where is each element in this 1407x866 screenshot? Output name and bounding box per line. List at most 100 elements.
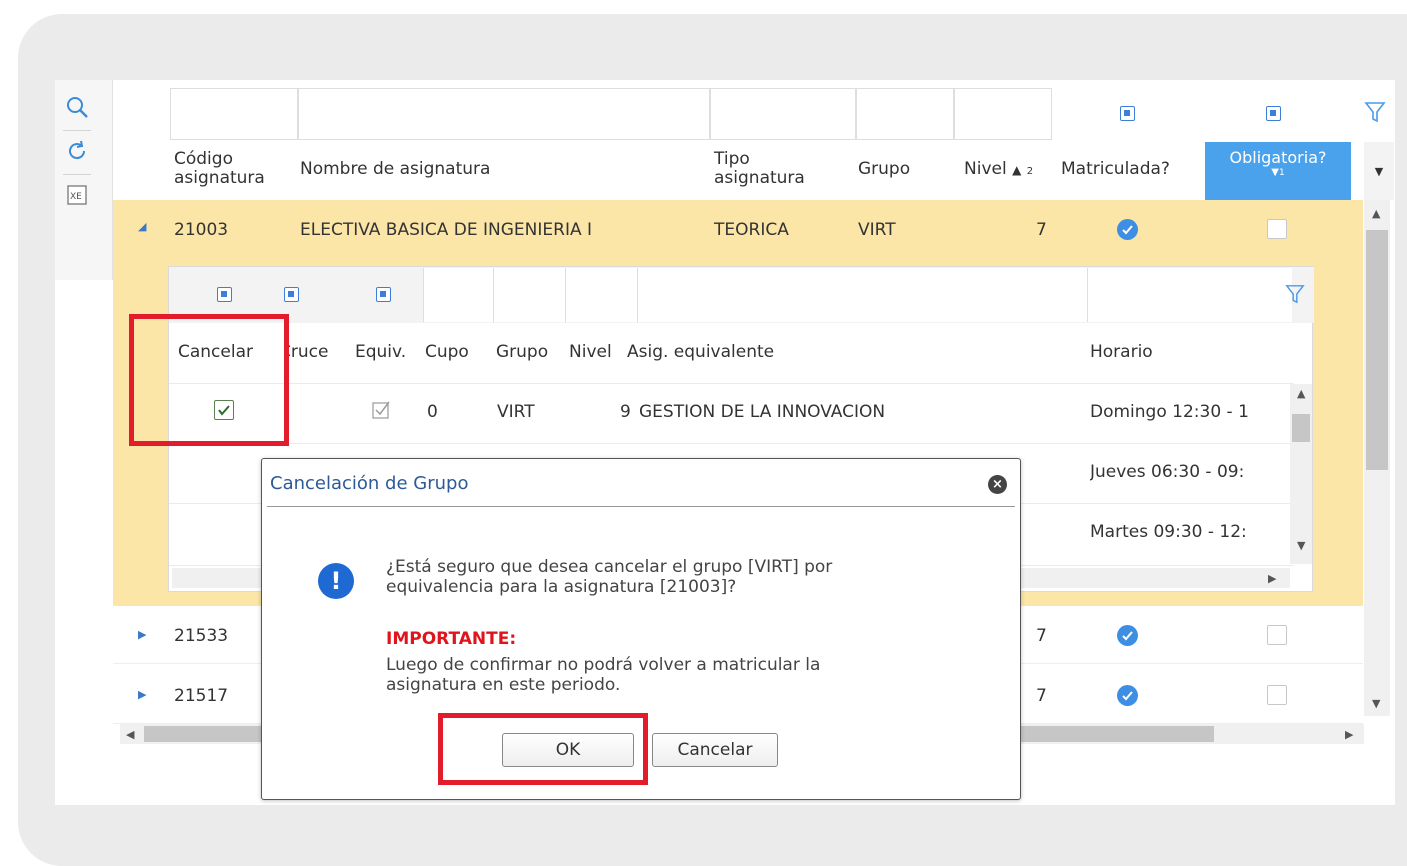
sort-index: 1: [1278, 168, 1285, 178]
cell-codigo: 21517: [174, 686, 229, 706]
column-header-equiv[interactable]: Equiv.: [355, 342, 406, 362]
header-line: Tipo: [714, 149, 750, 169]
cell-horario: Jueves 06:30 - 09:: [1090, 462, 1245, 482]
cell-nivel: 7: [1036, 220, 1047, 240]
highlight-ok: [438, 713, 648, 785]
grid-toolbar: XE: [55, 80, 113, 280]
obligatoria-checkbox[interactable]: [1267, 219, 1287, 239]
dialog-warning-line: Luego de confirmar no podrá volver a mat…: [386, 655, 821, 675]
highlight-cancelar: [129, 314, 289, 446]
filter-cupo[interactable]: [423, 268, 493, 322]
column-header-horario[interactable]: Horario: [1090, 342, 1153, 362]
cell-nombre: ELECTIVA BASICA DE INGENIERIA I: [300, 220, 593, 240]
obligatoria-checkbox[interactable]: [1267, 625, 1287, 645]
column-header-codigo[interactable]: Código asignatura: [174, 150, 265, 188]
dialog-warning-line: asignatura en este periodo.: [386, 675, 621, 695]
filter-grupo[interactable]: [493, 268, 565, 322]
cell-nivel: 9: [620, 402, 631, 422]
scroll-right-icon[interactable]: ▶: [1268, 573, 1276, 584]
scroll-thumb[interactable]: [1292, 414, 1310, 442]
refresh-icon[interactable]: [63, 136, 91, 166]
filter-nivel[interactable]: [954, 88, 1052, 140]
row-divider: [169, 443, 1294, 444]
cell-asig-equivalente: GESTION DE LA INNOVACION: [639, 402, 886, 422]
column-menu-button[interactable]: ▼: [1364, 142, 1394, 200]
column-header-matriculada[interactable]: Matriculada?: [1061, 160, 1170, 179]
filter-icon[interactable]: [1285, 283, 1305, 309]
scroll-up-icon[interactable]: ▲: [1297, 388, 1305, 399]
search-icon[interactable]: [63, 92, 91, 122]
column-header-nivel[interactable]: Nivel: [569, 342, 612, 362]
obligatoria-checkbox[interactable]: [1267, 685, 1287, 705]
cell-horario-clip: Jueves 06:30 - 09:: [1090, 456, 1286, 486]
cell-grupo: VIRT: [497, 402, 535, 422]
equiv-checkbox: [372, 400, 392, 420]
info-icon: !: [318, 563, 354, 599]
scroll-left-icon[interactable]: ◀: [126, 729, 134, 740]
filter-horario[interactable]: [1087, 268, 1292, 322]
header-label: Obligatoria?: [1229, 148, 1327, 167]
column-header-cruce-clip: Cruce: [286, 336, 338, 370]
cancel-button[interactable]: Cancelar: [652, 733, 778, 767]
column-header-cruce[interactable]: Cruce: [286, 342, 328, 362]
checkmark-circle-icon: [1117, 219, 1138, 240]
column-header-nivel[interactable]: Nivel ▲ 2: [964, 160, 1033, 181]
filter-cancelar-checkbox[interactable]: [217, 287, 232, 302]
filter-grupo[interactable]: [856, 88, 954, 140]
column-header-tipo[interactable]: Tipo asignatura: [714, 150, 805, 188]
filter-asig-equivalente[interactable]: [637, 268, 1087, 322]
scroll-down-icon[interactable]: ▼: [1372, 698, 1380, 709]
scroll-down-icon[interactable]: ▼: [1297, 540, 1305, 551]
cell-horario: Martes 09:30 - 12:: [1090, 522, 1247, 542]
svg-text:XE: XE: [70, 192, 82, 202]
dialog-divider: [267, 506, 1015, 507]
header-line: asignatura: [174, 168, 265, 188]
filter-nivel[interactable]: [565, 268, 637, 322]
filter-row: [170, 86, 1400, 142]
close-icon[interactable]: ×: [988, 475, 1007, 494]
scroll-up-icon[interactable]: ▲: [1372, 208, 1380, 219]
filter-nombre[interactable]: [298, 88, 710, 140]
filter-obligatoria-checkbox[interactable]: [1266, 106, 1281, 121]
column-header-grupo[interactable]: Grupo: [858, 160, 910, 179]
collapse-icon[interactable]: ◢: [138, 220, 146, 233]
cell-codigo: 21533: [174, 626, 229, 646]
nested-vertical-scrollbar[interactable]: [1290, 384, 1312, 564]
filter-matriculada-checkbox[interactable]: [1120, 106, 1135, 121]
column-header-nombre[interactable]: Nombre de asignatura: [300, 160, 490, 179]
column-header-cupo[interactable]: Cupo: [425, 342, 469, 362]
sort-asc-icon: ▲: [1012, 163, 1022, 177]
toolbar-divider: [63, 174, 91, 175]
expand-icon[interactable]: ▶: [138, 628, 146, 641]
sort-index: 2: [1026, 166, 1034, 177]
excel-export-icon[interactable]: XE: [63, 180, 91, 210]
dialog-important-label: IMPORTANTE:: [386, 629, 517, 649]
dialog-message-line: ¿Está seguro que desea cancelar el grupo…: [386, 557, 833, 577]
cell-tipo: TEORICA: [714, 220, 789, 240]
cell-nivel: 7: [1036, 626, 1047, 646]
filter-codigo[interactable]: [170, 88, 298, 140]
filter-tipo[interactable]: [710, 88, 856, 140]
dialog-message-line: equivalencia para la asignatura [21003]?: [386, 577, 737, 597]
column-header-grupo[interactable]: Grupo: [496, 342, 548, 362]
filter-cruce-checkbox[interactable]: [284, 287, 299, 302]
header-line: asignatura: [714, 168, 805, 188]
scroll-thumb[interactable]: [1366, 230, 1388, 470]
checkmark-circle-icon: [1117, 685, 1138, 706]
checkmark-circle-icon: [1117, 625, 1138, 646]
column-header-obligatoria[interactable]: Obligatoria? ▼1: [1205, 142, 1351, 200]
dialog-title: Cancelación de Grupo: [270, 473, 469, 494]
column-header-asig-equivalente[interactable]: Asig. equivalente: [627, 342, 774, 362]
cell-nivel: 7: [1036, 686, 1047, 706]
expand-icon[interactable]: ▶: [138, 688, 146, 701]
cell-horario-clip: Martes 09:30 - 12:: [1090, 516, 1286, 546]
header-label: Nivel: [964, 159, 1007, 179]
filter-equiv-checkbox[interactable]: [376, 287, 391, 302]
sort-desc-icon: ▼1: [1271, 167, 1285, 178]
cell-horario: Domingo 12:30 - 1: [1090, 402, 1249, 422]
row-divider: [169, 383, 1294, 384]
cell-horario-clip: Domingo 12:30 - 1: [1090, 396, 1286, 426]
filter-icon[interactable]: [1364, 100, 1386, 128]
scroll-right-icon[interactable]: ▶: [1345, 729, 1353, 740]
header-line: Código: [174, 149, 233, 169]
